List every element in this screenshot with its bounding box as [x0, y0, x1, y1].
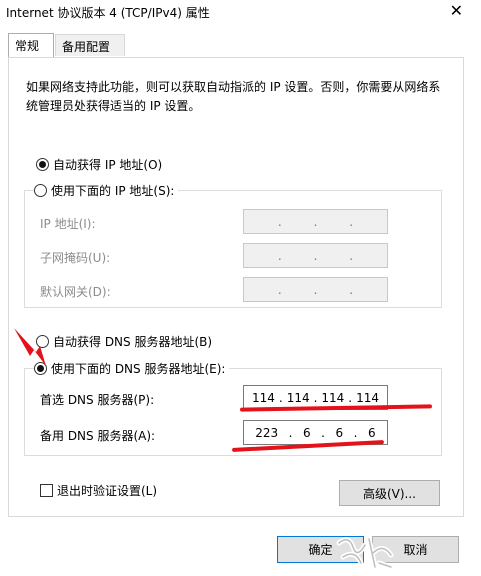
checkbox-icon: [40, 484, 53, 497]
default-gateway-input: ...: [243, 277, 388, 302]
close-icon[interactable]: ✕: [450, 1, 463, 20]
advanced-button[interactable]: 高级(V)...: [339, 480, 440, 506]
validate-on-exit-checkbox[interactable]: 退出时验证设置(L): [40, 482, 157, 499]
radio-manual-ip-label: 使用下面的 IP 地址(S):: [51, 184, 175, 198]
radio-auto-ip[interactable]: 自动获得 IP 地址(O): [36, 156, 162, 173]
red-arrow-annotation: [14, 328, 46, 366]
description-text: 如果网络支持此功能，则可以获取自动指派的 IP 设置。否则，你需要从网络系统管理…: [26, 80, 441, 113]
ip-address-input: ...: [243, 209, 388, 234]
radio-auto-ip-label: 自动获得 IP 地址(O): [53, 158, 163, 172]
title-bar: Internet 协议版本 4 (TCP/IPv4) 属性 ✕: [0, 0, 481, 26]
radio-manual-dns-label: 使用下面的 DNS 服务器地址(E):: [51, 362, 226, 376]
default-gateway-label: 默认网关(D):: [40, 285, 111, 299]
tab-general[interactable]: 常规: [8, 33, 54, 57]
radio-circle-icon: [36, 158, 49, 171]
validate-on-exit-label: 退出时验证设置(L): [57, 484, 158, 498]
window-title: Internet 协议版本 4 (TCP/IPv4) 属性: [6, 6, 210, 20]
radio-manual-dns[interactable]: 使用下面的 DNS 服务器地址(E):: [34, 360, 230, 377]
radio-auto-dns-label: 自动获得 DNS 服务器地址(B): [53, 335, 213, 349]
subnet-mask-label: 子网掩码(U):: [40, 251, 111, 265]
radio-manual-ip[interactable]: 使用下面的 IP 地址(S):: [34, 182, 179, 199]
watermark-logo: [336, 536, 394, 570]
ip-address-label: IP 地址(I):: [40, 217, 96, 231]
subnet-mask-input: ...: [243, 243, 388, 268]
tab-alternate-config[interactable]: 备用配置: [55, 34, 125, 56]
radio-circle-icon: [34, 184, 47, 197]
radio-auto-dns[interactable]: 自动获得 DNS 服务器地址(B): [36, 333, 212, 350]
preferred-dns-label: 首选 DNS 服务器(P):: [40, 393, 155, 407]
alternate-dns-label: 备用 DNS 服务器(A):: [40, 429, 156, 443]
